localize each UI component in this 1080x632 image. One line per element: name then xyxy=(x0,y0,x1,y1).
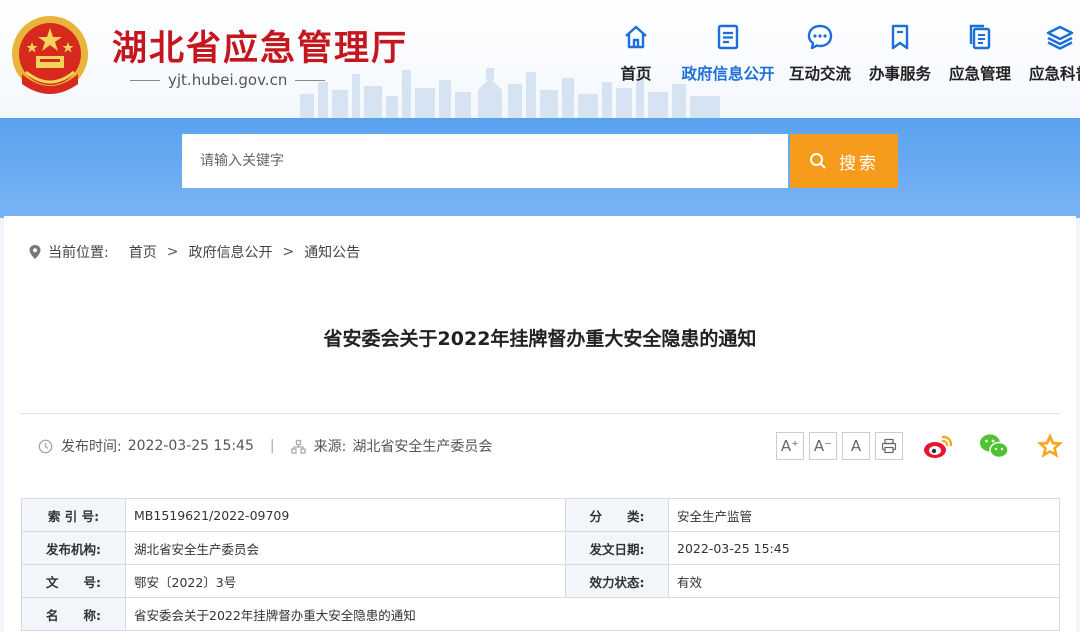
location-pin-icon xyxy=(29,245,41,259)
status-value: 有效 xyxy=(668,564,1060,598)
nav-item-interaction[interactable]: 互动交流 xyxy=(780,22,860,84)
breadcrumb-gov-info[interactable]: 政府信息公开 xyxy=(188,242,272,262)
org-icon xyxy=(290,439,306,454)
clock-icon xyxy=(38,439,53,453)
table-row: 文 号: 鄂安〔2022〕3号 效力状态: 有效 xyxy=(21,564,1060,598)
date-label: 发文日期: xyxy=(565,531,669,565)
divider-line xyxy=(130,79,160,81)
table-row: 索 引 号: MB1519621/2022-09709 分 类: 安全生产监管 xyxy=(21,498,1060,532)
printer-icon xyxy=(881,438,897,454)
nav-item-label: 应急管理 xyxy=(948,65,1011,83)
breadcrumb-home[interactable]: 首页 xyxy=(129,242,157,262)
source-label: 来源: xyxy=(313,439,347,455)
search-button[interactable]: 搜索 xyxy=(790,134,898,188)
table-row: 名 称: 省安委会关于2022年挂牌督办重大安全隐患的通知 xyxy=(21,597,1060,631)
site-domain: yjt.hubei.gov.cn xyxy=(168,71,288,89)
print-button[interactable] xyxy=(875,432,903,460)
layers-icon xyxy=(1046,25,1074,50)
bookmark-icon xyxy=(891,24,909,50)
favorite-star-icon[interactable] xyxy=(1034,430,1066,462)
publish-time: 2022-03-25 15:45 xyxy=(127,438,254,454)
nav-item-emergency-mgmt[interactable]: 应急管理 xyxy=(940,22,1020,84)
status-label: 效力状态: xyxy=(565,564,669,598)
article-tools: A⁺ A⁻ A xyxy=(776,430,1076,462)
info-table: 索 引 号: MB1519621/2022-09709 分 类: 安全生产监管 … xyxy=(21,498,1060,631)
name-label: 名 称: xyxy=(21,597,126,631)
home-icon xyxy=(625,25,647,49)
breadcrumb: 当前位置: 首页 > 政府信息公开 > 通知公告 xyxy=(28,242,360,262)
category-label: 分 类: xyxy=(565,498,669,532)
main-nav: 首页 政府信息公开 互动交流 办事服务 应急管理 应急科普 xyxy=(596,22,1080,84)
files-icon xyxy=(969,24,991,50)
nav-item-gov-info[interactable]: 政府信息公开 xyxy=(676,22,780,84)
article-title: 省安委会关于2022年挂牌督办重大安全隐患的通知 xyxy=(323,328,757,350)
nav-item-label: 政府信息公开 xyxy=(681,65,775,83)
nav-item-services[interactable]: 办事服务 xyxy=(860,22,940,84)
nav-item-label: 办事服务 xyxy=(868,65,931,83)
index-label: 索 引 号: xyxy=(21,498,126,532)
source-value: 湖北省安全生产委员会 xyxy=(352,439,493,455)
breadcrumb-separator: > xyxy=(282,244,295,260)
site-title[interactable]: 湖北省应急管理厅 xyxy=(112,20,408,71)
date-value: 2022-03-25 15:45 xyxy=(668,531,1060,565)
search-input[interactable] xyxy=(182,134,788,188)
index-value: MB1519621/2022-09709 xyxy=(125,498,566,532)
nav-item-label: 互动交流 xyxy=(788,65,851,83)
site-header: 湖北省应急管理厅 yjt.hubei.gov.cn 首页 政府信息公开 互动交流… xyxy=(0,0,1080,118)
font-decrease-button[interactable]: A⁻ xyxy=(809,432,837,460)
site-domain-row: yjt.hubei.gov.cn xyxy=(130,70,360,90)
font-reset-button[interactable]: A xyxy=(842,432,870,460)
docno-value: 鄂安〔2022〕3号 xyxy=(125,564,566,598)
nav-item-science[interactable]: 应急科普 xyxy=(1020,22,1080,84)
search-icon xyxy=(810,153,826,169)
wechat-share-icon[interactable] xyxy=(978,430,1010,462)
category-value: 安全生产监管 xyxy=(668,498,1060,532)
publish-time-label: 发布时间: xyxy=(61,439,122,455)
search-band: 搜索 xyxy=(0,118,1080,218)
breadcrumb-notice[interactable]: 通知公告 xyxy=(304,242,360,262)
table-row: 发布机构: 湖北省安全生产委员会 发文日期: 2022-03-25 15:45 xyxy=(21,531,1060,565)
document-icon xyxy=(717,24,739,50)
breadcrumb-separator: > xyxy=(166,244,179,260)
font-increase-button[interactable]: A⁺ xyxy=(776,432,804,460)
breadcrumb-prefix: 当前位置: xyxy=(48,245,109,261)
name-value: 省安委会关于2022年挂牌督办重大安全隐患的通知 xyxy=(125,597,1060,631)
article-meta: 发布时间: 2022-03-25 15:45 | 来源: 湖北省安全生产委员会 xyxy=(38,436,492,456)
search-button-label: 搜索 xyxy=(839,153,879,174)
article-container: 当前位置: 首页 > 政府信息公开 > 通知公告 省安委会关于2022年挂牌督办… xyxy=(4,216,1076,632)
divider xyxy=(20,413,1060,414)
national-emblem-logo xyxy=(12,16,88,94)
nav-item-label: 应急科普 xyxy=(1028,65,1080,83)
weibo-share-icon[interactable] xyxy=(922,430,954,462)
nav-item-label: 首页 xyxy=(620,65,652,83)
issuer-value: 湖北省安全生产委员会 xyxy=(125,531,566,565)
meta-separator: | xyxy=(269,438,275,454)
issuer-label: 发布机构: xyxy=(21,531,126,565)
divider-line xyxy=(295,79,326,81)
nav-item-home[interactable]: 首页 xyxy=(596,22,676,84)
docno-label: 文 号: xyxy=(21,564,126,598)
chat-icon xyxy=(807,24,833,50)
